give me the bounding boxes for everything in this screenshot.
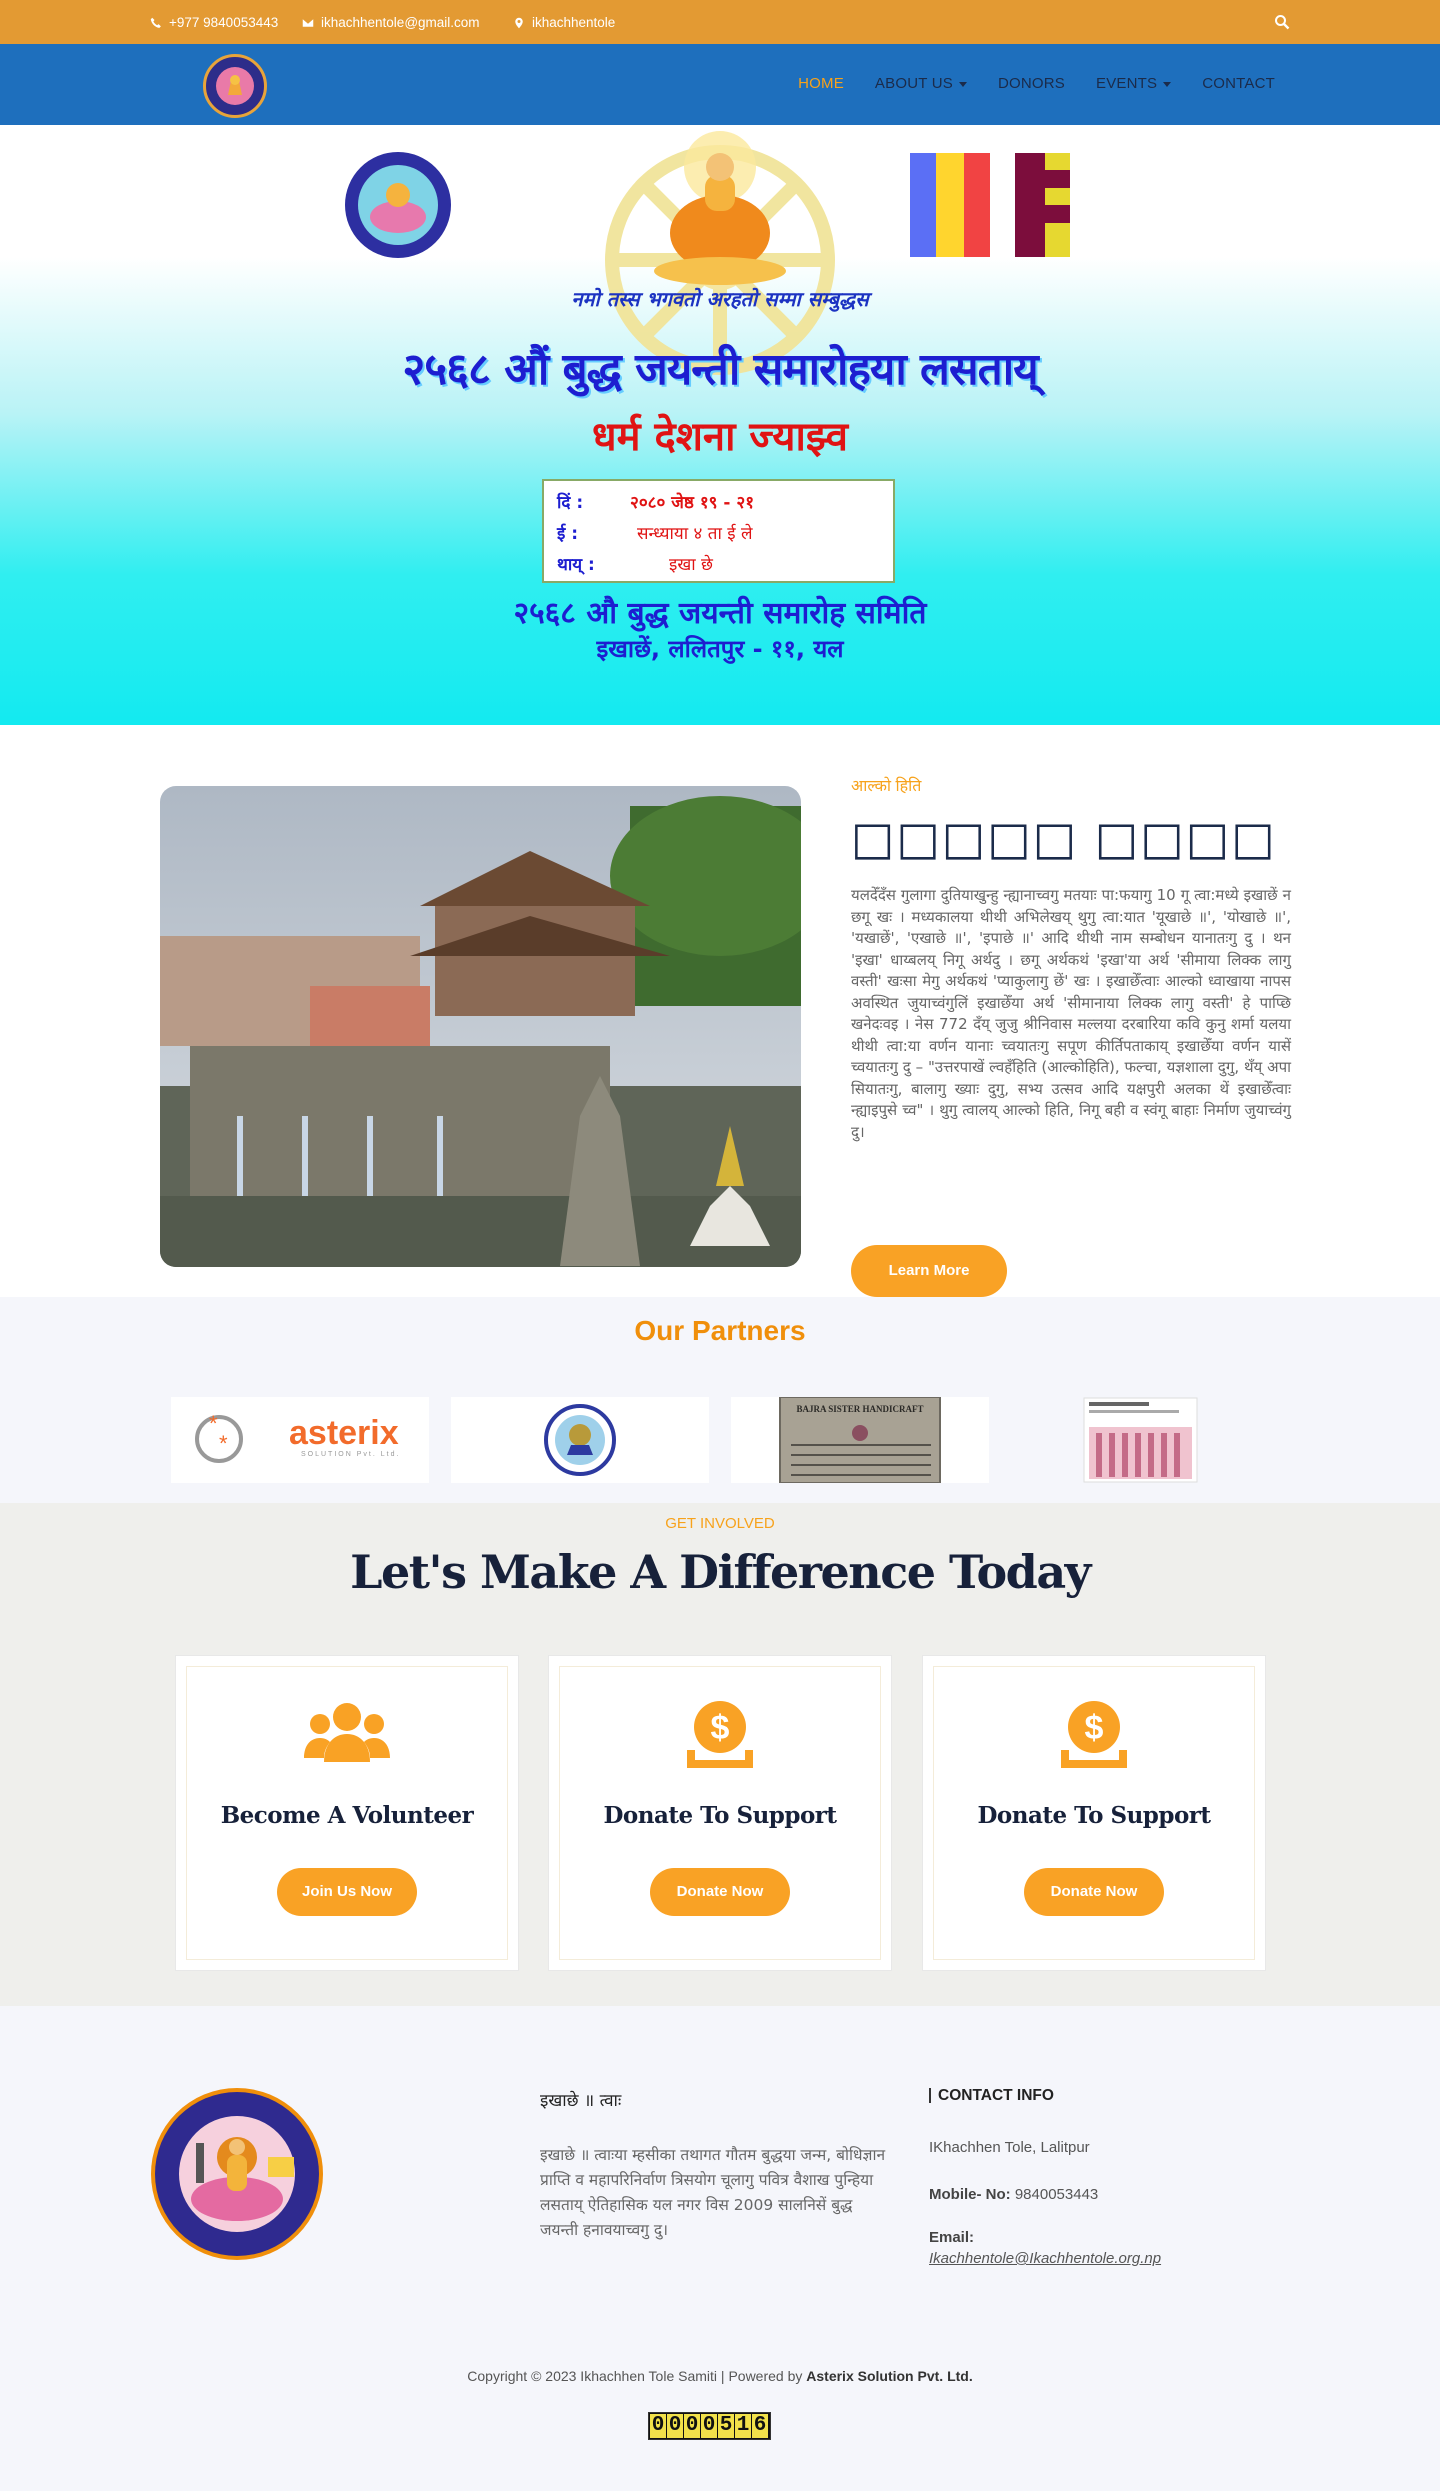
footer-email: Email: Ikachhentole@Ikachhentole.org.np	[929, 2229, 1229, 2267]
donate-card-1-title: Donate To Support	[603, 1802, 837, 1829]
hero-line5: इखाछें, ललितपुर - ११, यल	[596, 635, 844, 663]
about-section: आल्को हिति □□□□□ □□□□ यलदेँदँस गुलागा दु…	[0, 725, 1440, 1297]
donate-card-2: $ Donate To Support Donate Now	[922, 1655, 1266, 1971]
phone-contact[interactable]: +977 9840053443	[150, 15, 278, 30]
map-marker-icon	[515, 17, 523, 28]
users-icon	[304, 1703, 390, 1762]
info-date-label: दिं :	[557, 493, 584, 513]
phone-text: +977 9840053443	[169, 15, 279, 30]
mobile-label: Mobile- No:	[929, 2186, 1011, 2203]
donate-now-button-2[interactable]: Donate Now	[1024, 1868, 1164, 1916]
learn-more-button[interactable]: Learn More	[851, 1245, 1007, 1297]
about-body: यलदेँदँस गुलागा दुतियाखुन्हु न्ह्यानाच्व…	[851, 886, 1291, 1141]
hero-line2: २५६८ औं बुद्ध जयन्ती समारोहया लसताय्	[402, 344, 1038, 395]
chevron-down-icon	[958, 81, 967, 87]
powered-by-link[interactable]: Asterix Solution Pvt. Ltd.	[806, 2368, 972, 2384]
nav-events[interactable]: EVENTS	[1095, 75, 1172, 92]
phone-icon	[150, 17, 161, 28]
location-contact[interactable]: ikhachhentole	[513, 15, 615, 30]
svg-text:$: $	[1085, 1709, 1104, 1747]
footer-about-title: इखाछे ॥ त्वाः	[540, 2091, 622, 2111]
search-icon[interactable]	[1274, 14, 1290, 30]
nav-about-us-label: ABOUT US	[874, 75, 953, 92]
counter-digit: 0	[667, 2414, 683, 2438]
counter-digit: 5	[718, 2414, 734, 2438]
info-place-label: थाय् :	[557, 555, 595, 575]
donate-icon: $	[1061, 1701, 1127, 1768]
counter-digit: 1	[735, 2414, 751, 2438]
hero-banner: नमो तस्स भगवतो अरहतो सम्मा सम्बुद्धस २५६…	[0, 125, 1440, 725]
envelope-icon	[302, 18, 314, 27]
asterix-sub: SOLUTION Pvt. Ltd.	[301, 1451, 401, 1458]
get-involved-section: GET INVOLVED Let's Make A Difference Tod…	[0, 1503, 1440, 2006]
contact-info-title: CONTACT INFO	[929, 2088, 1229, 2103]
chevron-down-icon	[1163, 81, 1172, 87]
donate-now-button[interactable]: Donate Now	[650, 1868, 790, 1916]
nav-menu: HOME ABOUT US DONORS EVENTS CONTACT	[798, 75, 1275, 92]
partner-logo-asterix[interactable]: * * asterix SOLUTION Pvt. Ltd.	[171, 1397, 429, 1483]
main-navbar: HOME ABOUT US DONORS EVENTS CONTACT	[0, 44, 1440, 125]
asterix-name: asterix	[289, 1414, 399, 1452]
volunteer-card-title: Become A Volunteer	[220, 1802, 474, 1829]
email-text: ikhachhentole@gmail.com	[321, 15, 480, 30]
hero-line4: २५६८ औ बुद्ध जयन्ती समारोह समिति	[513, 596, 927, 631]
samiti-logo	[345, 152, 451, 258]
nav-contact[interactable]: CONTACT	[1202, 75, 1275, 92]
partner-logo-fashion[interactable]	[1011, 1397, 1269, 1483]
event-info: दिं : २०८० जेष्ठ १९ - २१ ई : सन्ध्याया ४ त…	[557, 488, 887, 581]
volunteer-card: Become A Volunteer Join Us Now	[175, 1655, 519, 1971]
partners-section: Our Partners * * asterix SOLUTION Pvt. Lt…	[0, 1297, 1440, 1503]
info-time-label: ई :	[557, 524, 579, 544]
location-text: ikhachhentole	[532, 15, 616, 30]
info-place-value: इखा छे	[669, 555, 713, 575]
bajra-name: BAJRA SISTER HANDICRAFT	[796, 1404, 924, 1414]
join-us-button[interactable]: Join Us Now	[277, 1868, 417, 1916]
partner-logo-samiti[interactable]	[451, 1397, 709, 1483]
counter-digit: 6	[752, 2414, 768, 2438]
svg-text:$: $	[711, 1709, 730, 1747]
email-contact[interactable]: ikhachhentole@gmail.com	[302, 15, 480, 30]
counter-digit: 0	[650, 2414, 666, 2438]
footer-mobile: Mobile- No: 9840053443	[929, 2186, 1229, 2203]
site-logo[interactable]	[203, 54, 267, 118]
footer-about: इखाछे ॥ त्वाः इखाछे ॥ त्वाःया म्हसीका तथ…	[540, 2088, 890, 2243]
footer-about-text: इखाछे ॥ त्वाःया म्हसीका तथागत गौतम बुद्ध…	[540, 2146, 886, 2239]
copyright-text: Copyright © 2023 Ikhachhen Tole Samiti |…	[467, 2368, 803, 2384]
info-time-value: सन्ध्याया ४ ता ई ले	[637, 524, 753, 544]
mobile-number: 9840053443	[1014, 2186, 1099, 2203]
buddhist-flag	[910, 153, 1070, 257]
hero-line1: नमो तस्स भगवतो अरहतो सम्मा सम्बुद्धस	[571, 287, 869, 311]
nav-about-us[interactable]: ABOUT US	[875, 75, 967, 92]
donate-icon: $	[687, 1701, 753, 1768]
svg-text:*: *	[209, 1411, 218, 1436]
nav-donors[interactable]: DONORS	[998, 75, 1065, 92]
copyright: Copyright © 2023 Ikhachhen Tole Samiti |…	[440, 2365, 1000, 2387]
involved-kicker: GET INVOLVED	[665, 1515, 775, 1532]
top-bar: +977 9840053443 ikhachhentole@gmail.com …	[0, 0, 1440, 44]
email-label: Email:	[929, 2229, 975, 2246]
svg-text:*: *	[219, 1431, 228, 1456]
footer-contact: CONTACT INFO IKhachhen Tole, Lalitpur Mo…	[929, 2088, 1229, 2267]
partners-title: Our Partners	[634, 1315, 806, 1346]
footer-address: IKhachhen Tole, Lalitpur	[929, 2139, 1090, 2156]
about-kicker: आल्को हिति	[851, 778, 922, 795]
footer-email-link[interactable]: Ikachhentole@Ikachhentole.org.np	[929, 2250, 1229, 2267]
footer-logo	[151, 2088, 323, 2260]
donate-card-2-title: Donate To Support	[977, 1802, 1211, 1829]
visitor-counter: 0000516	[648, 2412, 771, 2440]
alko-hiti-photo	[160, 786, 801, 1267]
involved-title: Let's Make A Difference Today	[350, 1545, 1091, 1599]
nav-home[interactable]: HOME	[798, 75, 844, 92]
donate-card-1: $ Donate To Support Donate Now	[548, 1655, 892, 1971]
counter-digit: 0	[684, 2414, 700, 2438]
partner-logo-bajra[interactable]: BAJRA SISTER HANDICRAFT	[731, 1397, 989, 1483]
about-heading: □□□□□ □□□□	[851, 811, 1277, 865]
nav-events-label: EVENTS	[1095, 75, 1158, 92]
info-date-value: २०८० जेष्ठ १९ - २१	[630, 493, 755, 513]
counter-digit: 0	[701, 2414, 717, 2438]
hero-line3: धर्म देशना ज्याझ्व	[592, 414, 848, 460]
